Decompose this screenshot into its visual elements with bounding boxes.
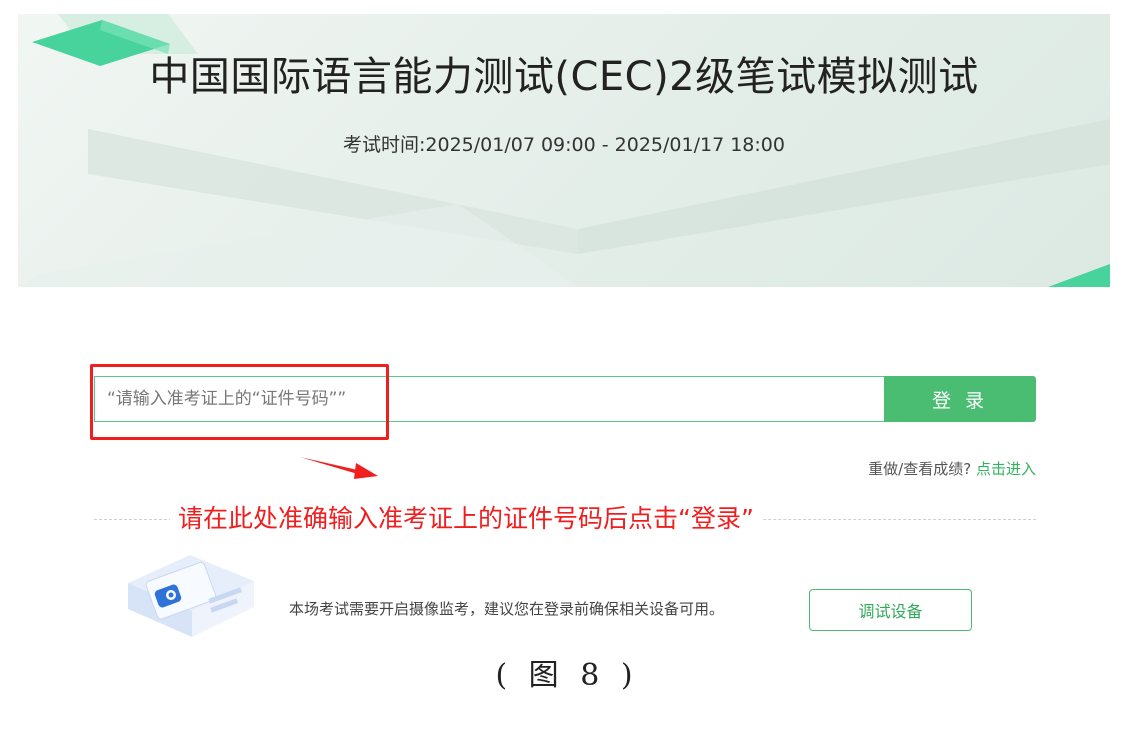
figure-caption: ( 图 8 ) [495,658,639,693]
exam-title: 中国国际语言能力测试(CEC)2级笔试模拟测试 [149,54,979,100]
annotation-text: 请在此处准确输入准考证上的证件号码后点击“登录” [170,499,762,535]
login-button[interactable]: 登 录 [884,376,1036,422]
camera-device-illustration [128,555,254,637]
highlight-box [90,364,389,440]
debug-device-button[interactable]: 调试设备 [809,589,972,631]
exam-banner: 中国国际语言能力测试(CEC)2级笔试模拟测试 考试时间:2025/01/07 … [18,14,1110,287]
redo-line: 重做/查看成绩? 点击进入 [868,458,1036,479]
redo-prefix: 重做/查看成绩? [868,460,972,478]
redo-link[interactable]: 点击进入 [976,460,1036,478]
arrow-icon [300,457,378,479]
exam-time: 考试时间:2025/01/07 09:00 - 2025/01/17 18:00 [343,134,785,156]
device-notice: 本场考试需要开启摄像监考，建议您在登录前确保相关设备可用。 [289,600,725,618]
